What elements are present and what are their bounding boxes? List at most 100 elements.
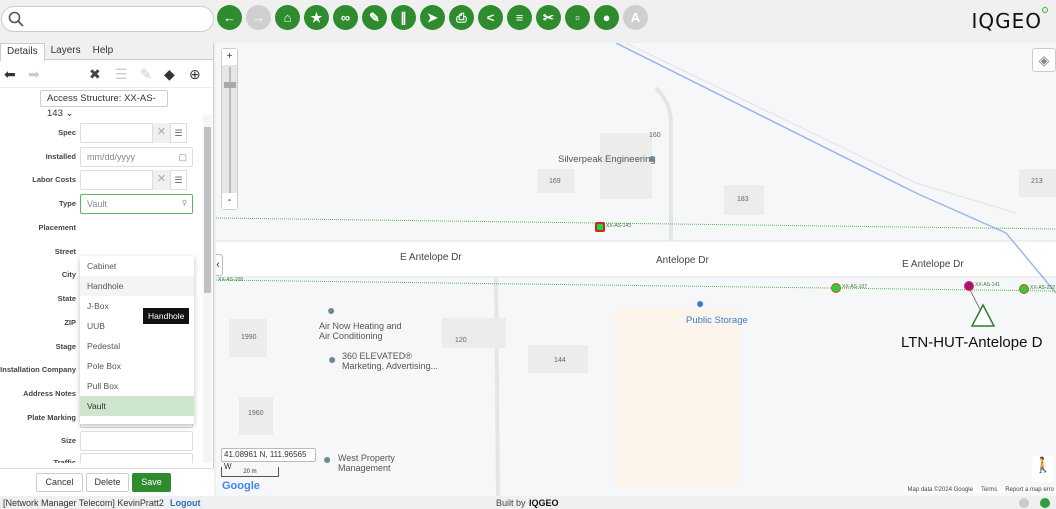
structure-marker[interactable]: [595, 222, 605, 232]
traffic-input[interactable]: [80, 453, 193, 463]
zoom-to-icon[interactable]: ⊕: [189, 66, 201, 83]
field-row: Labor Costs ✕ ☰: [0, 170, 200, 190]
zoom-handle[interactable]: [224, 82, 236, 88]
place-label[interactable]: Silverpeak Engineering: [558, 154, 656, 165]
spec-input[interactable]: [80, 123, 154, 143]
dropdown-option[interactable]: Handhole: [80, 276, 194, 296]
field-row: Traffic: [0, 453, 200, 463]
building-number: 213: [1031, 178, 1043, 185]
map-pin-icon[interactable]: ●: [323, 451, 331, 467]
tree-button[interactable]: ≡: [507, 5, 532, 30]
road-label: Antelope Dr: [656, 255, 709, 266]
annotate-button[interactable]: A: [623, 5, 648, 30]
link-button[interactable]: ∞: [333, 5, 358, 30]
dropdown-option[interactable]: Cabinet: [80, 256, 194, 276]
search-input[interactable]: [1, 6, 214, 32]
tab-details[interactable]: Details: [0, 43, 45, 61]
zoom-in-button[interactable]: +: [222, 49, 237, 65]
edit-button[interactable]: ✎: [362, 5, 387, 30]
share-icon: <: [486, 10, 495, 25]
structure-marker[interactable]: [831, 283, 841, 293]
dropdown-option[interactable]: Pull Box: [80, 376, 194, 396]
print-icon: ⎙: [456, 9, 467, 25]
field-label: Type: [59, 199, 76, 208]
coordinates-readout: 41.08961 N, 111.96565 W: [221, 448, 316, 471]
storage-pin-icon[interactable]: ●: [696, 295, 704, 311]
dropdown-option[interactable]: Vault: [80, 396, 194, 416]
details-panel: Details Layers Help ⬅ ➡ ✖ ☰ ✎ ◆ ⊕ Access…: [0, 43, 214, 496]
dropdown-option[interactable]: Pole Box: [80, 356, 194, 376]
home-button[interactable]: ⌂: [275, 5, 300, 30]
save-button[interactable]: Save: [132, 473, 171, 492]
structure-label: XX-AS-108: [218, 277, 244, 283]
logout-link[interactable]: Logout: [170, 497, 201, 509]
map-pin-icon[interactable]: ●: [328, 351, 336, 367]
bookmark-button[interactable]: ★: [304, 5, 329, 30]
building-number: 1990: [241, 334, 257, 341]
list-icon[interactable]: ☰: [115, 66, 128, 83]
forward-arrow-icon[interactable]: ➡: [28, 66, 40, 83]
trace-button[interactable]: ●: [594, 5, 619, 30]
list-icon[interactable]: ☰: [170, 123, 187, 143]
report-error-link[interactable]: Report a map erro: [1005, 487, 1054, 493]
forward-button[interactable]: →: [246, 5, 271, 30]
delete-button[interactable]: Delete: [86, 473, 129, 492]
directions-icon[interactable]: ◆: [164, 66, 175, 83]
tab-help[interactable]: Help: [87, 43, 120, 59]
measure-button[interactable]: ∥: [391, 5, 416, 30]
network-button[interactable]: ▫: [565, 5, 590, 30]
structure-marker[interactable]: [1019, 284, 1029, 294]
size-input[interactable]: [80, 431, 193, 451]
terms-link[interactable]: Terms: [981, 487, 997, 493]
field-label: State: [57, 294, 76, 303]
labor-costs-input[interactable]: [80, 170, 154, 190]
edit-icon[interactable]: ✎: [140, 66, 152, 83]
place-label[interactable]: Air Now Heating and Air Conditioning: [319, 321, 409, 341]
field-label: Address Notes: [23, 389, 76, 398]
scrollbar-thumb[interactable]: [204, 127, 211, 293]
installed-input[interactable]: mm/dd/yyyy ▢: [80, 147, 193, 167]
place-label[interactable]: West Property Management: [338, 453, 418, 473]
print-button[interactable]: ⎙: [449, 5, 474, 30]
place-label[interactable]: 360 ELEVATED® Marketing. Advertising...: [342, 351, 442, 371]
field-label: Size: [60, 436, 76, 445]
clear-icon[interactable]: ✕: [152, 123, 170, 143]
map-view[interactable]: 160 169 183 213 1990 120 144 1960 E Ante…: [216, 43, 1056, 496]
network-icon: ▫: [575, 10, 580, 25]
iqgeo-logo: IQGEO: [971, 7, 1048, 33]
field-row: Spec ✕ ☰: [0, 123, 200, 143]
back-button[interactable]: ←: [217, 5, 242, 30]
collapse-panel-button[interactable]: ‹: [216, 254, 223, 276]
footer: [Network Manager Telecom] KevinPratt2 Lo…: [0, 497, 1056, 509]
back-icon: ←: [223, 10, 236, 25]
dropdown-option[interactable]: Pedestal: [80, 336, 194, 356]
top-toolbar: ← → ⌂ ★ ∞ ✎ ∥ ➤ ⎙ < ≡ ✂ ▫ ● A IQGEO: [0, 0, 1056, 40]
structure-label: XX-AS-252: [1030, 285, 1056, 291]
share-button[interactable]: <: [478, 5, 503, 30]
zoom-slider[interactable]: + -: [221, 48, 238, 210]
feature-select[interactable]: Access Structure: XX-AS-143 ⌄: [40, 90, 168, 119]
layers-icon[interactable]: ◈: [1032, 48, 1056, 72]
place-label[interactable]: Public Storage: [686, 315, 748, 326]
close-circle-icon[interactable]: ✖: [89, 66, 101, 83]
form-scrollbar[interactable]: [203, 115, 212, 463]
clear-icon[interactable]: ✕: [152, 170, 170, 190]
tools-button[interactable]: ✂: [536, 5, 561, 30]
zoom-out-button[interactable]: -: [222, 193, 237, 209]
notification-icon[interactable]: [1019, 498, 1029, 508]
type-input[interactable]: Vault ⚲: [80, 194, 193, 214]
back-arrow-icon[interactable]: ⬅: [4, 66, 16, 83]
map-pin-icon[interactable]: ●: [327, 302, 335, 318]
building-number: 160: [649, 132, 661, 139]
map-attribution: Map data ©2024 Google Terms Report a map…: [905, 487, 1056, 493]
list-icon[interactable]: ☰: [170, 170, 187, 190]
cancel-button[interactable]: Cancel: [36, 473, 83, 492]
structure-marker[interactable]: [964, 281, 974, 291]
calendar-icon[interactable]: ▢: [178, 148, 187, 166]
tab-layers[interactable]: Layers: [45, 43, 87, 59]
logo-dot: [1042, 7, 1048, 13]
street-view-pegman-icon[interactable]: 🚶: [1032, 456, 1054, 482]
map-pin-icon[interactable]: ●: [648, 150, 656, 166]
location-button[interactable]: ➤: [420, 5, 445, 30]
form-actions: Cancel Delete Save: [0, 468, 214, 496]
